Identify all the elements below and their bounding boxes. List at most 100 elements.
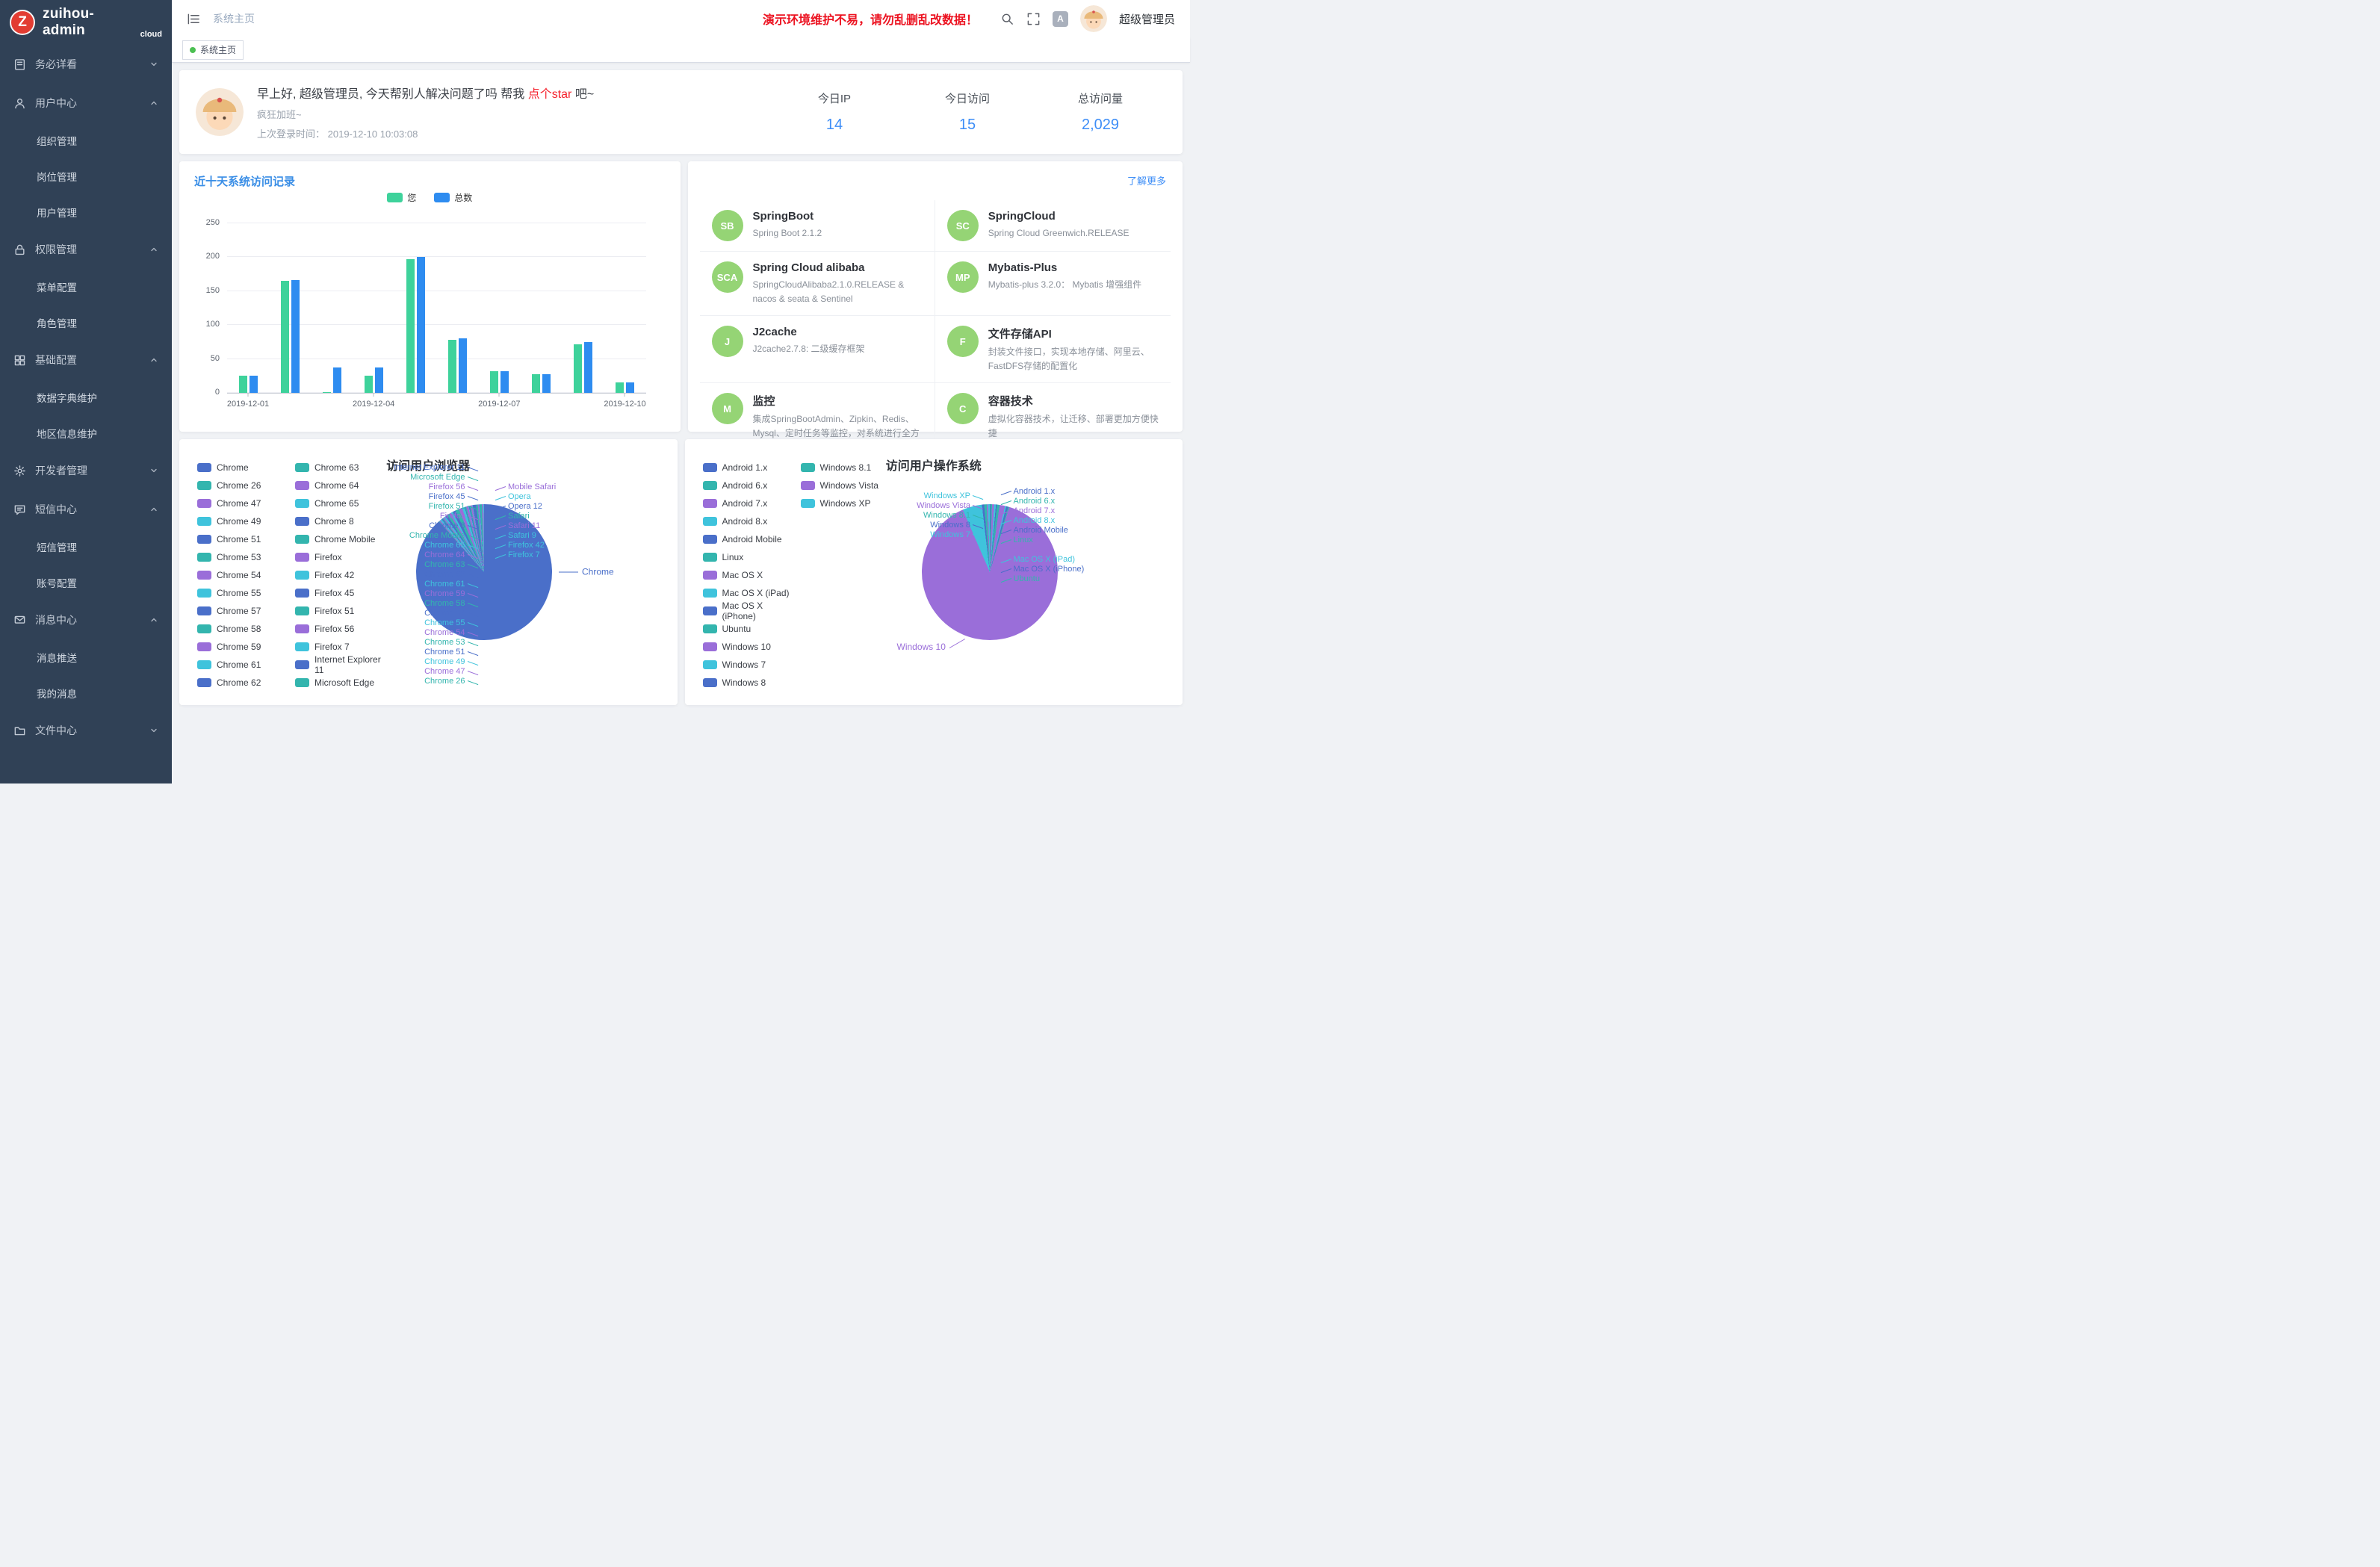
legend-Mac OS X (iPhone)[interactable]: Mac OS X (iPhone) (703, 602, 790, 620)
legend-Windows 7[interactable]: Windows 7 (703, 656, 790, 674)
logo-row[interactable]: Z zuihou-admin cloud (0, 0, 172, 45)
tab-home[interactable]: 系统主页 (182, 40, 244, 60)
sidebar-subitem-menu-config[interactable]: 菜单配置 (0, 269, 172, 305)
legend-Chrome 57[interactable]: Chrome 57 (197, 602, 285, 620)
legend-Chrome 62[interactable]: Chrome 62 (197, 674, 285, 692)
sidebar-subitem-message-push[interactable]: 消息推送 (0, 639, 172, 675)
fullscreen-button[interactable] (1026, 12, 1041, 26)
bar-2019-12-09-总数[interactable] (584, 342, 592, 393)
current-user-name[interactable]: 超级管理员 (1119, 11, 1175, 27)
breadcrumb[interactable]: 系统主页 (213, 11, 255, 26)
font-size-icon[interactable]: A (1053, 11, 1068, 27)
legend-Firefox 51[interactable]: Firefox 51 (295, 602, 382, 620)
legend-Android Mobile[interactable]: Android Mobile (703, 530, 790, 548)
sidebar-item-must-read[interactable]: 务必详看 (0, 45, 172, 84)
legend-Chrome 51[interactable]: Chrome 51 (197, 530, 285, 548)
sidebar-subitem-account-config[interactable]: 账号配置 (0, 565, 172, 601)
legend-Chrome 8[interactable]: Chrome 8 (295, 512, 382, 530)
sidebar-subitem-org-management[interactable]: 组织管理 (0, 122, 172, 158)
legend-Firefox 7[interactable]: Firefox 7 (295, 638, 382, 656)
bar-series[interactable] (227, 223, 646, 393)
legend-Firefox[interactable]: Firefox (295, 548, 382, 566)
star-link[interactable]: 点个star (528, 88, 572, 101)
stat-value[interactable]: 14 (812, 117, 857, 134)
learn-more-link[interactable]: 了解更多 (1127, 173, 1166, 187)
legend-Chrome Mobile[interactable]: Chrome Mobile (295, 530, 382, 548)
sidebar-subitem-role-management[interactable]: 角色管理 (0, 305, 172, 341)
bar-2019-12-02-总数[interactable] (291, 280, 300, 393)
sidebar-subitem-area-maintain[interactable]: 地区信息维护 (0, 415, 172, 451)
legend-Chrome 47[interactable]: Chrome 47 (197, 494, 285, 512)
legend-Chrome 61[interactable]: Chrome 61 (197, 656, 285, 674)
browser-pie-chart[interactable] (416, 504, 552, 640)
legend-Chrome 49[interactable]: Chrome 49 (197, 512, 285, 530)
top-bar: 系统主页 演示环境维护不易，请勿乱删乱改数据！ A 超级管理员 (172, 0, 1190, 37)
bar-2019-12-10-您[interactable] (616, 382, 624, 393)
legend-Mac OS X[interactable]: Mac OS X (703, 566, 790, 584)
legend-Chrome 54[interactable]: Chrome 54 (197, 566, 285, 584)
bar-2019-12-04-总数[interactable] (375, 367, 383, 394)
bar-2019-12-04-您[interactable] (365, 376, 373, 393)
bar-2019-12-01-总数[interactable] (250, 376, 258, 393)
bar-2019-12-07-您[interactable] (490, 371, 498, 393)
legend-Windows Vista[interactable]: Windows Vista (801, 477, 888, 494)
sidebar-item-permission[interactable]: 权限管理 (0, 230, 172, 269)
sidebar-item-base-config[interactable]: 基础配置 (0, 341, 172, 379)
legend-Android 7.x[interactable]: Android 7.x (703, 494, 790, 512)
legend-Chrome 58[interactable]: Chrome 58 (197, 620, 285, 638)
avatar[interactable] (1080, 5, 1107, 32)
bar-2019-12-03-您[interactable] (323, 392, 331, 393)
bar-2019-12-05-总数[interactable] (417, 257, 425, 393)
sidebar-item-message-center[interactable]: 消息中心 (0, 601, 172, 639)
legend-Chrome 26[interactable]: Chrome 26 (197, 477, 285, 494)
legend-Mac OS X (iPad)[interactable]: Mac OS X (iPad) (703, 584, 790, 602)
legend-Linux[interactable]: Linux (703, 548, 790, 566)
legend-Chrome 64[interactable]: Chrome 64 (295, 477, 382, 494)
legend-Windows 8[interactable]: Windows 8 (703, 674, 790, 692)
bar-2019-12-02-您[interactable] (281, 281, 289, 393)
sidebar-subitem-dict-maintain[interactable]: 数据字典维护 (0, 379, 172, 415)
stat-value[interactable]: 15 (945, 117, 990, 134)
bar-2019-12-10-总数[interactable] (626, 382, 634, 393)
bar-2019-12-05-您[interactable] (406, 259, 415, 393)
legend-Firefox 45[interactable]: Firefox 45 (295, 584, 382, 602)
search-button[interactable] (1000, 12, 1014, 26)
sidebar-subitem-sms-management[interactable]: 短信管理 (0, 529, 172, 565)
bar-2019-12-08-总数[interactable] (542, 374, 551, 393)
legend-Internet Explorer 11[interactable]: Internet Explorer 11 (295, 656, 382, 674)
bar-2019-12-08-您[interactable] (532, 374, 540, 393)
bar-2019-12-07-总数[interactable] (501, 371, 509, 393)
legend-Windows XP[interactable]: Windows XP (801, 494, 888, 512)
legend-Chrome 59[interactable]: Chrome 59 (197, 638, 285, 656)
bar-2019-12-01-您[interactable] (239, 376, 247, 393)
sidebar-item-file-center[interactable]: 文件中心 (0, 711, 172, 750)
legend-总数[interactable]: 总数 (434, 191, 472, 204)
sidebar-subitem-my-messages[interactable]: 我的消息 (0, 675, 172, 711)
legend-Android 6.x[interactable]: Android 6.x (703, 477, 790, 494)
stat-total-visits: 总访问量 2,029 (1078, 90, 1123, 134)
legend-Firefox 56[interactable]: Firefox 56 (295, 620, 382, 638)
legend-Chrome 55[interactable]: Chrome 55 (197, 584, 285, 602)
legend-Chrome 65[interactable]: Chrome 65 (295, 494, 382, 512)
app-title-suffix: cloud (140, 30, 162, 39)
os-pie-chart[interactable] (922, 504, 1058, 640)
sidebar-subitem-user-management[interactable]: 用户管理 (0, 194, 172, 230)
stat-value[interactable]: 2,029 (1078, 117, 1123, 134)
sidebar-item-developer[interactable]: 开发者管理 (0, 451, 172, 490)
legend-Chrome 53[interactable]: Chrome 53 (197, 548, 285, 566)
legend-Windows 10[interactable]: Windows 10 (703, 638, 790, 656)
legend-您[interactable]: 您 (387, 191, 416, 204)
collapse-sidebar-button[interactable] (187, 12, 201, 26)
bar-2019-12-06-总数[interactable] (459, 338, 467, 393)
bar-chart[interactable]: 0501001502002502019-12-012019-12-042019-… (227, 223, 646, 394)
legend-Firefox 42[interactable]: Firefox 42 (295, 566, 382, 584)
bar-2019-12-03-总数[interactable] (333, 367, 341, 393)
legend-Ubuntu[interactable]: Ubuntu (703, 620, 790, 638)
legend-Microsoft Edge[interactable]: Microsoft Edge (295, 674, 382, 692)
bar-2019-12-06-您[interactable] (448, 340, 456, 393)
sidebar-subitem-post-management[interactable]: 岗位管理 (0, 158, 172, 194)
legend-Android 8.x[interactable]: Android 8.x (703, 512, 790, 530)
sidebar-item-sms-center[interactable]: 短信中心 (0, 490, 172, 529)
bar-2019-12-09-您[interactable] (574, 344, 582, 393)
sidebar-item-user-center[interactable]: 用户中心 (0, 84, 172, 122)
